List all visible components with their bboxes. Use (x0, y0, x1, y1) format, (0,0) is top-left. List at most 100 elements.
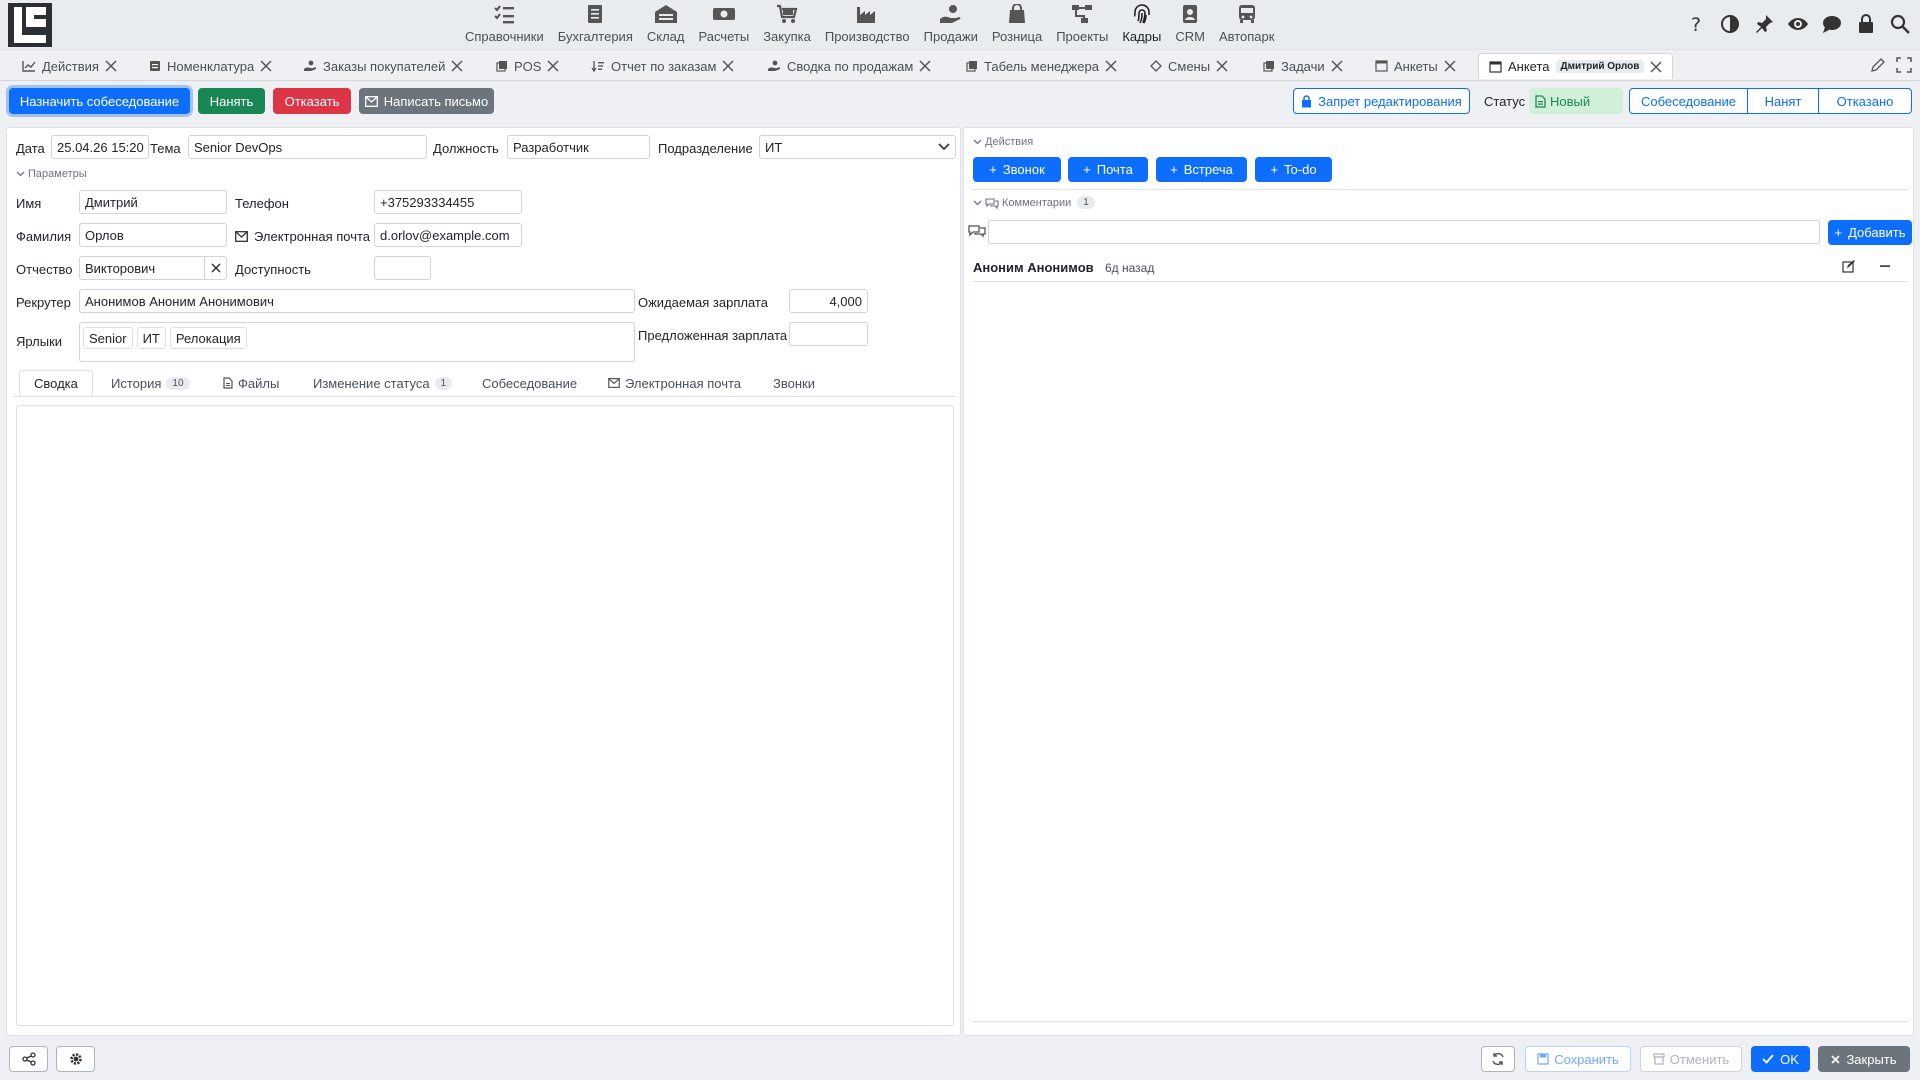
nav-module-warehouse[interactable]: Склад (640, 0, 692, 50)
pencil-icon[interactable] (1870, 57, 1886, 73)
add-mail-button[interactable]: + Почта (1068, 157, 1148, 182)
close-icon[interactable] (1650, 60, 1662, 73)
step-rejected[interactable]: Отказано (1818, 89, 1911, 113)
add-comment-button[interactable]: + Добавить (1828, 220, 1912, 245)
tag-chip[interactable]: Релокация (169, 327, 247, 349)
tab-summary[interactable]: Сводка (19, 370, 93, 396)
close-icon[interactable] (722, 60, 734, 72)
cancel-button[interactable]: Отменить (1640, 1046, 1742, 1072)
edit-lock-button[interactable]: Запрет редактирования (1293, 88, 1470, 114)
tab-files[interactable]: Файлы (223, 370, 279, 396)
eye-icon[interactable] (1784, 10, 1812, 38)
close-icon[interactable] (1105, 60, 1117, 72)
actions-section-toggle[interactable]: Действия (973, 136, 1033, 148)
tag-chip[interactable]: ИТ (136, 327, 166, 349)
save-button[interactable]: Сохранить (1525, 1046, 1631, 1072)
close-icon[interactable] (1444, 60, 1456, 72)
clear-icon[interactable] (204, 257, 226, 279)
lock-icon[interactable] (1852, 10, 1880, 38)
department-select[interactable]: ИТ (759, 135, 956, 159)
recruiter-field[interactable]: Анонимов Аноним Анонимович (79, 289, 635, 313)
nav-module-fleet[interactable]: Автопарк (1212, 0, 1282, 50)
nav-module-crm[interactable]: CRM (1168, 0, 1212, 50)
nav-module-projects[interactable]: Проекты (1049, 0, 1115, 50)
close-icon[interactable] (919, 60, 931, 72)
settings-button[interactable] (56, 1046, 95, 1072)
step-interview[interactable]: Собеседование (1630, 89, 1747, 113)
close-icon[interactable] (451, 60, 463, 72)
nav-module-sales[interactable]: Продажи (917, 0, 985, 50)
tab-customer-orders[interactable]: Заказы покупателей (303, 53, 463, 79)
cart-icon (775, 3, 799, 25)
schedule-interview-button[interactable]: Назначить собеседование (9, 88, 190, 114)
tab-email[interactable]: Электронная почта (608, 370, 741, 396)
tab-pos[interactable]: POS (496, 53, 559, 79)
tab-tasks[interactable]: Задачи (1263, 53, 1343, 79)
refresh-button[interactable] (1481, 1046, 1515, 1072)
search-icon[interactable] (1886, 10, 1914, 38)
comment-input[interactable] (988, 220, 1820, 244)
nav-module-retail[interactable]: Розница (985, 0, 1049, 50)
help-icon[interactable]: ? (1682, 10, 1710, 38)
close-icon[interactable] (1216, 60, 1228, 72)
tag-chip[interactable]: Senior (83, 327, 133, 349)
date-field[interactable]: 25.04.26 15:20 (51, 135, 149, 159)
close-icon[interactable] (260, 60, 272, 72)
lock-icon (1301, 94, 1312, 108)
fullscreen-icon[interactable] (1896, 57, 1912, 73)
tab-questionnaire-active[interactable]: Анкета Дмитрий Орлов (1478, 53, 1674, 79)
pin-icon[interactable] (1750, 10, 1778, 38)
hand-coin-icon (939, 3, 963, 25)
patronymic-field[interactable]: Викторович (79, 256, 227, 280)
contrast-icon[interactable] (1716, 10, 1744, 38)
tab-status-change[interactable]: Изменение статуса 1 (313, 370, 453, 396)
nav-module-directories[interactable]: Справочники (458, 0, 551, 50)
hire-button[interactable]: Нанять (198, 88, 265, 114)
tab-interview[interactable]: Собеседование (482, 370, 577, 396)
tab-calls[interactable]: Звонки (773, 370, 815, 396)
topic-field[interactable]: Senior DevOps (188, 135, 427, 159)
comments-section-toggle[interactable]: Комментарии 1 (973, 196, 1095, 209)
nav-module-payments[interactable]: Расчеты (691, 0, 756, 50)
company-logo[interactable] (8, 3, 52, 47)
reject-button[interactable]: Отказать (273, 88, 351, 114)
add-call-button[interactable]: + Звонок (973, 157, 1061, 182)
close-icon[interactable] (547, 60, 559, 72)
minus-icon[interactable] (1879, 260, 1891, 272)
tab-history[interactable]: История 10 (111, 370, 190, 396)
phone-field[interactable]: +375293334455 (374, 190, 522, 214)
tab-orders-report[interactable]: Отчет по заказам (591, 53, 734, 79)
add-meeting-button[interactable]: + Встреча (1156, 157, 1247, 182)
params-section-toggle[interactable]: Параметры (16, 168, 87, 180)
count-badge: 1 (434, 376, 453, 390)
first-name-field[interactable]: Дмитрий (79, 190, 227, 214)
ok-button[interactable]: OK (1751, 1046, 1810, 1072)
write-email-button[interactable]: Написать письмо (359, 88, 494, 114)
close-button[interactable]: Закрыть (1818, 1046, 1910, 1072)
offered-salary-field[interactable] (789, 322, 868, 346)
tab-manager-timesheet[interactable]: Табель менеджера (966, 53, 1117, 79)
edit-icon[interactable] (1842, 260, 1855, 273)
close-icon[interactable] (105, 60, 117, 72)
add-todo-button[interactable]: + To-do (1255, 157, 1332, 182)
nav-module-production[interactable]: Производство (818, 0, 917, 50)
nav-module-accounting[interactable]: Бухгалтерия (551, 0, 640, 50)
expected-salary-field[interactable]: 4,000 (789, 289, 868, 313)
tab-nomenclature[interactable]: Номенклатура (149, 53, 272, 79)
tab-shifts[interactable]: Смены (1150, 53, 1228, 79)
tab-actions[interactable]: Действия (22, 53, 117, 79)
bottom-action-bar: Сохранить Отменить OK Закрыть (0, 1038, 1920, 1080)
email-field[interactable]: d.orlov@example.com (374, 223, 522, 247)
tags-field[interactable]: Senior ИТ Релокация (79, 322, 635, 362)
close-icon[interactable] (1331, 60, 1343, 72)
tab-sales-summary[interactable]: Сводка по продажам (767, 53, 931, 79)
availability-field[interactable] (374, 256, 431, 280)
last-name-field[interactable]: Орлов (79, 223, 227, 247)
position-field[interactable]: Разработчик (507, 135, 650, 159)
nav-module-purchasing[interactable]: Закупка (756, 0, 818, 50)
share-button[interactable] (9, 1046, 48, 1072)
nav-module-hr[interactable]: Кадры (1115, 0, 1168, 50)
tab-questionnaires[interactable]: Анкеты (1375, 53, 1456, 79)
chat-icon[interactable] (1818, 10, 1846, 38)
step-hired[interactable]: Нанят (1747, 89, 1818, 113)
